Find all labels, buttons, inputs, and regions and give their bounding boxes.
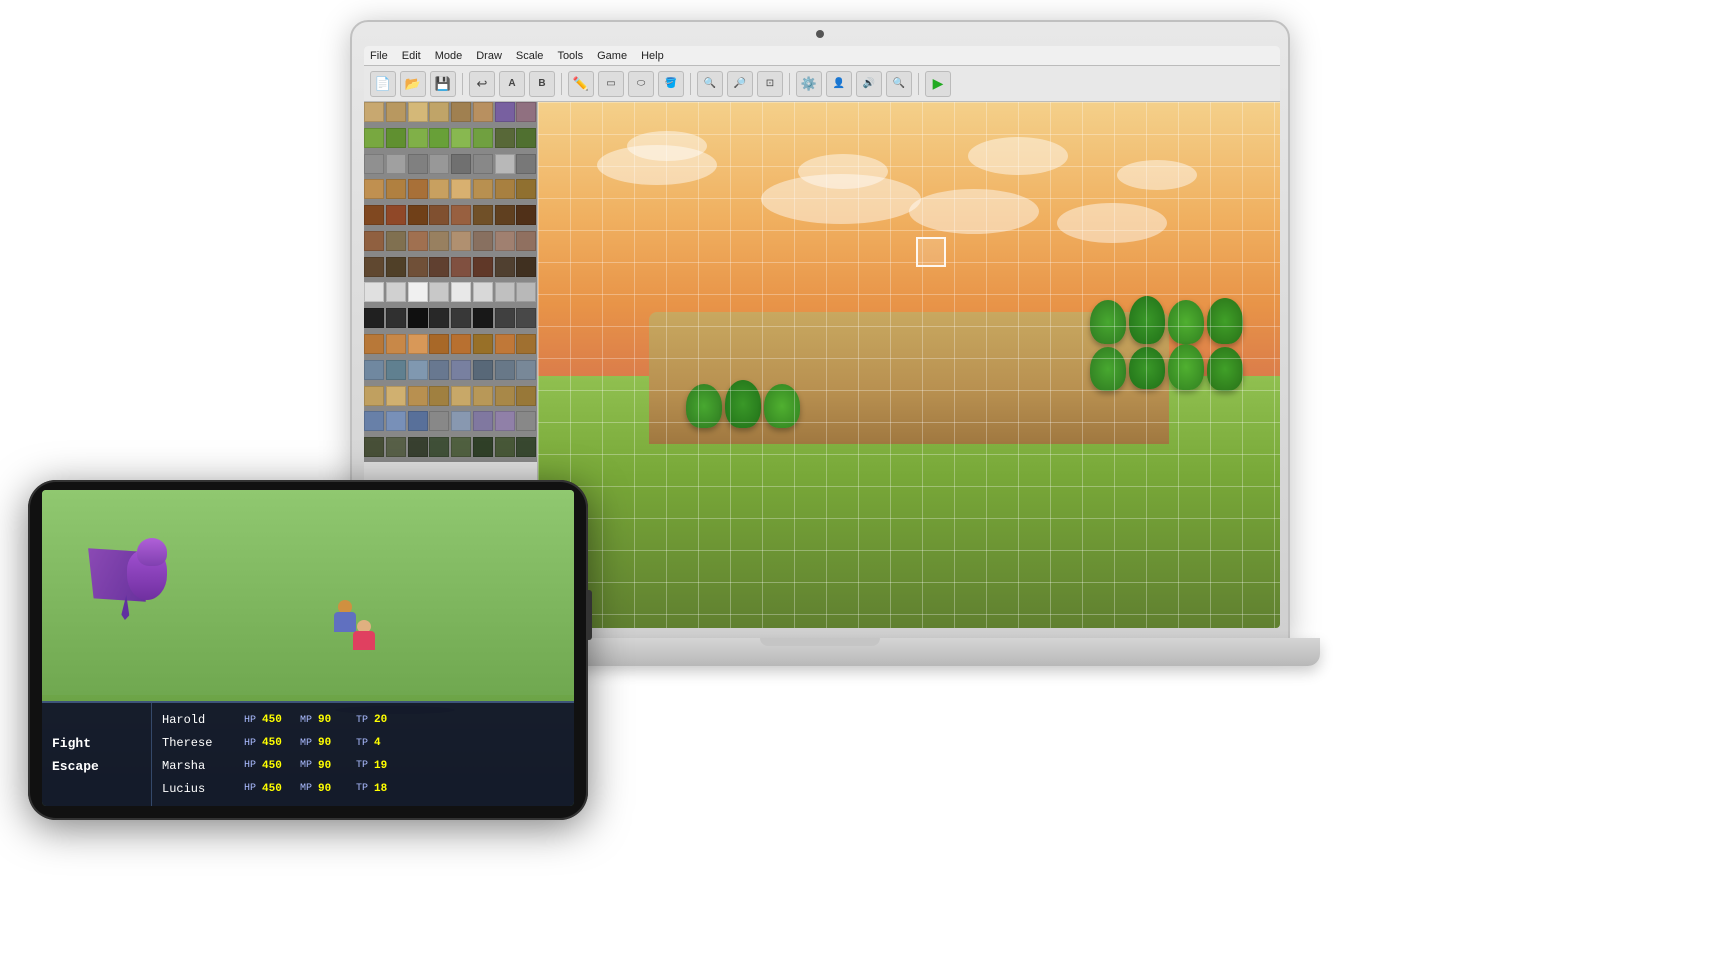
toolbar-new-btn[interactable]: 📄 (370, 71, 396, 97)
char-name-marsha: Marsha (162, 759, 234, 773)
mp-val-therese: 90 (318, 737, 346, 749)
menu-mode[interactable]: Mode (435, 50, 463, 62)
mp-val-harold: 90 (318, 714, 346, 726)
battle-cmd-escape[interactable]: Escape (52, 759, 141, 774)
menu-scale[interactable]: Scale (516, 50, 544, 62)
laptop-camera (816, 30, 824, 38)
toolbar-search-btn[interactable]: 🔍 (886, 71, 912, 97)
game-scene: Fight Escape Harold HP 450 MP 90 TP (42, 490, 574, 806)
toolbar-sep-1 (462, 73, 463, 95)
map-cursor (916, 237, 946, 267)
toolbar-layer-a-btn[interactable]: A (499, 71, 525, 97)
status-row-lucius: Lucius HP 450 MP 90 TP 18 (162, 782, 564, 796)
char-name-lucius: Lucius (162, 782, 234, 796)
menu-help[interactable]: Help (641, 50, 664, 62)
toolbar-sound-btn[interactable]: 🔊 (856, 71, 882, 97)
mp-label-marsha: MP (300, 760, 312, 771)
toolbar-pencil-btn[interactable]: ✏️ (568, 71, 594, 97)
menu-edit[interactable]: Edit (402, 50, 421, 62)
toolbar-settings-btn[interactable]: ⚙️ (796, 71, 822, 97)
status-row-therese: Therese HP 450 MP 90 TP 4 (162, 736, 564, 750)
toolbar-zoomout-btn[interactable]: 🔎 (727, 71, 753, 97)
toolbar-sep-4 (789, 73, 790, 95)
tp-label-therese: TP (356, 738, 368, 749)
hp-label-marsha: HP (244, 760, 256, 771)
status-row-marsha: Marsha HP 450 MP 90 TP 19 (162, 759, 564, 773)
toolbar-rect-btn[interactable]: ▭ (598, 71, 624, 97)
toolbar-sep-3 (690, 73, 691, 95)
tp-val-harold: 20 (374, 714, 402, 726)
mp-val-lucius: 90 (318, 783, 346, 795)
tp-val-lucius: 18 (374, 783, 402, 795)
mp-val-marsha: 90 (318, 760, 346, 772)
phone-body: Fight Escape Harold HP 450 MP 90 TP (28, 480, 588, 820)
hp-label-harold: HP (244, 715, 256, 726)
menu-file[interactable]: File (370, 50, 388, 62)
menu-tools[interactable]: Tools (557, 50, 583, 62)
toolbar-zoomfit-btn[interactable]: ⊡ (757, 71, 783, 97)
toolbar-sep-2 (561, 73, 562, 95)
editor-toolbar: 📄 📂 💾 ↩ A B ✏️ ▭ ⬭ 🪣 🔍 🔎 ⊡ (364, 66, 1280, 102)
battle-panel: Fight Escape Harold HP 450 MP 90 TP (42, 701, 574, 806)
hp-label-therese: HP (244, 738, 256, 749)
phone-side-button (586, 590, 592, 640)
tp-val-therese: 4 (374, 737, 402, 749)
mp-label-harold: MP (300, 715, 312, 726)
battle-cmd-fight[interactable]: Fight (52, 736, 141, 751)
hp-val-harold: 450 (262, 714, 290, 726)
toolbar-save-btn[interactable]: 💾 (430, 71, 456, 97)
toolbar-zoomin-btn[interactable]: 🔍 (697, 71, 723, 97)
editor-menubar: File Edit Mode Draw Scale Tools Game Hel… (364, 46, 1280, 66)
battle-commands: Fight Escape (42, 703, 152, 806)
toolbar-char-btn[interactable]: 👤 (826, 71, 852, 97)
map-grid-overlay (538, 102, 1280, 628)
char-name-therese: Therese (162, 736, 234, 750)
phone-screen: Fight Escape Harold HP 450 MP 90 TP (42, 490, 574, 806)
laptop-base-notch (760, 638, 880, 646)
mp-label-lucius: MP (300, 783, 312, 794)
toolbar-sep-5 (918, 73, 919, 95)
map-canvas[interactable] (538, 102, 1280, 628)
tp-label-lucius: TP (356, 783, 368, 794)
battle-status: Harold HP 450 MP 90 TP 20 Therese HP (152, 703, 574, 806)
toolbar-open-btn[interactable]: 📂 (400, 71, 426, 97)
toolbar-play-btn[interactable]: ▶ (925, 71, 951, 97)
tp-label-harold: TP (356, 715, 368, 726)
hp-label-lucius: HP (244, 783, 256, 794)
mp-label-therese: MP (300, 738, 312, 749)
status-row-harold: Harold HP 450 MP 90 TP 20 (162, 713, 564, 727)
tile-grid[interactable] (364, 102, 537, 516)
hero-sprite-2 (352, 620, 376, 650)
toolbar-fill-btn[interactable]: 🪣 (658, 71, 684, 97)
menu-draw[interactable]: Draw (476, 50, 502, 62)
char-name-harold: Harold (162, 713, 234, 727)
toolbar-ellipse-btn[interactable]: ⬭ (628, 71, 654, 97)
tp-label-marsha: TP (356, 760, 368, 771)
toolbar-layer-b-btn[interactable]: B (529, 71, 555, 97)
menu-game[interactable]: Game (597, 50, 627, 62)
hp-val-lucius: 450 (262, 783, 290, 795)
toolbar-undo-btn[interactable]: ↩ (469, 71, 495, 97)
hp-val-marsha: 450 (262, 760, 290, 772)
phone: Fight Escape Harold HP 450 MP 90 TP (28, 480, 588, 960)
tp-val-marsha: 19 (374, 760, 402, 772)
hp-val-therese: 450 (262, 737, 290, 749)
